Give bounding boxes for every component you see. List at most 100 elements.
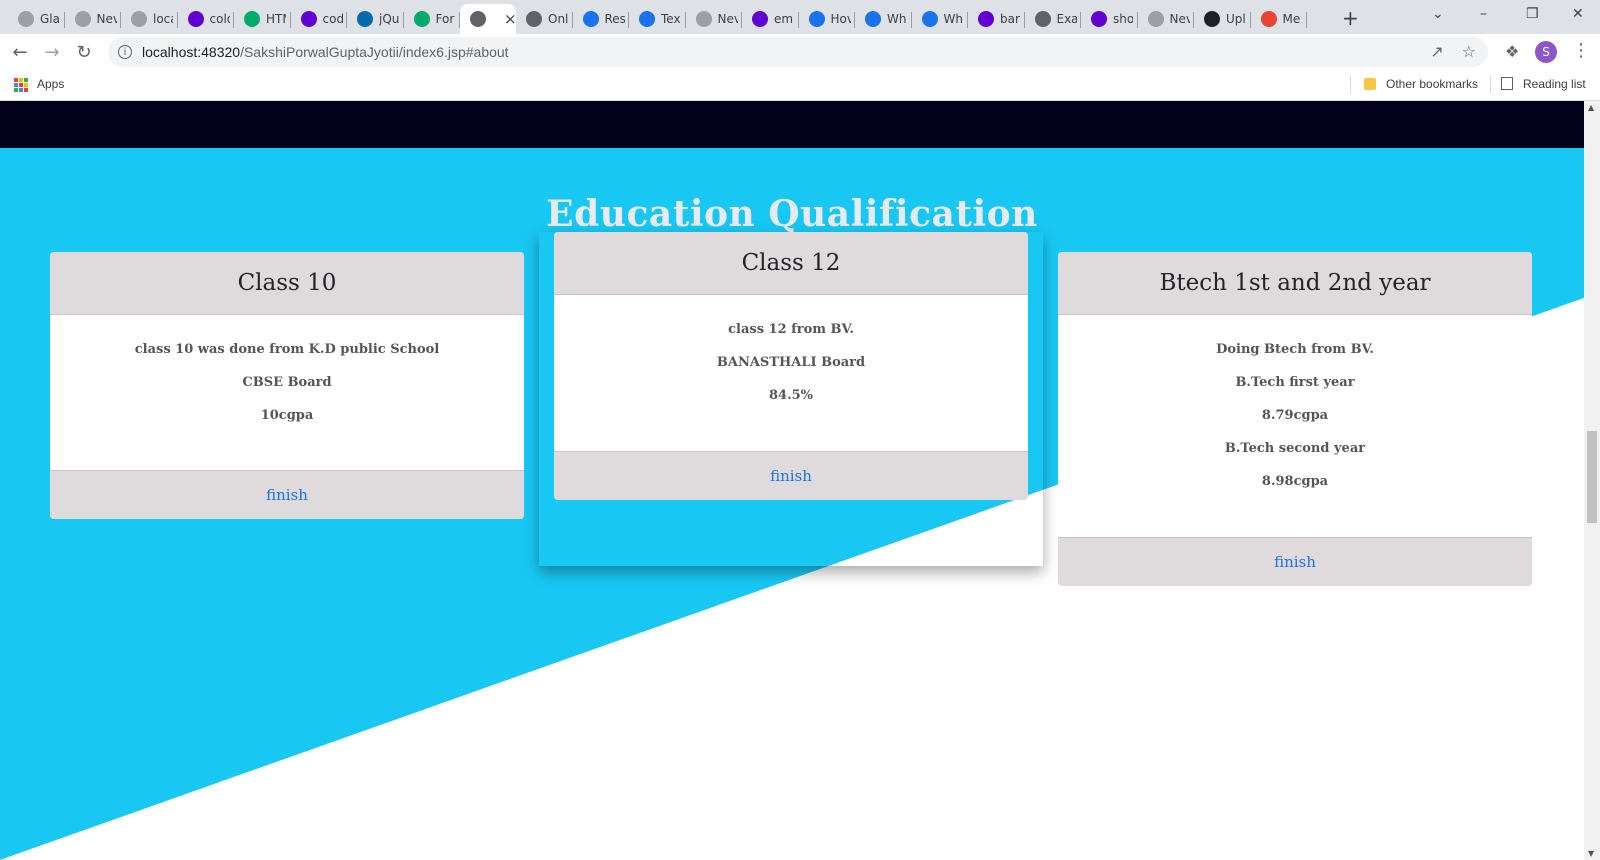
browser-tab[interactable]: loca — [121, 4, 178, 34]
yahoo-icon — [1091, 11, 1107, 27]
minimize-icon[interactable]: – — [1480, 6, 1487, 22]
card-line: class 10 was done from K.D public School — [134, 342, 440, 357]
browser-tab[interactable]: em — [742, 4, 799, 34]
browser-tab[interactable]: Nev — [1138, 4, 1194, 34]
address-bar[interactable]: i localhost:48320/SakshiPorwalGuptaJyoti… — [108, 37, 1488, 67]
card-body: class 10 was done from K.D public School… — [50, 315, 524, 425]
extensions-icon[interactable]: ❖ — [1505, 42, 1519, 61]
browser-menu-icon[interactable]: ⋮ — [1572, 40, 1590, 61]
card-line: B.Tech first year — [1235, 375, 1355, 390]
section-title: Education Qualification — [546, 193, 1038, 235]
url-text[interactable]: localhost:48320/SakshiPorwalGuptaJyotii/… — [142, 44, 509, 60]
browser-tab[interactable]: For — [404, 4, 460, 34]
jquery-icon — [357, 11, 373, 27]
close-window-icon[interactable]: ✕ — [1572, 6, 1584, 22]
profile-avatar[interactable]: S — [1535, 41, 1557, 63]
tab-title: jQu — [379, 12, 399, 26]
browser-tab[interactable]: HTM — [234, 4, 291, 34]
browser-tab[interactable]: Res — [573, 4, 629, 34]
card-line: 10cgpa — [260, 408, 314, 423]
card-line: Doing Btech from BV. — [1216, 342, 1374, 357]
browser-tab[interactable]: Tex — [629, 4, 686, 34]
c-icon — [921, 11, 938, 27]
tab-title: Gla — [40, 12, 60, 26]
browser-tab[interactable]: Exa — [1025, 4, 1081, 34]
scroll-down-arrow-icon[interactable]: ▼ — [1588, 849, 1594, 858]
header-bar — [0, 101, 1584, 148]
tab-separator — [1306, 12, 1307, 28]
card-line: B.Tech second year — [1224, 441, 1366, 456]
scrollbar-thumb[interactable] — [1587, 431, 1597, 523]
bookmark-star-icon[interactable]: ☆ — [1462, 42, 1476, 61]
browser-tab[interactable]: Wh — [855, 4, 912, 34]
globe-icon — [18, 11, 34, 27]
bookmark-apps[interactable]: Apps — [37, 77, 64, 91]
globe-icon — [131, 11, 147, 27]
browser-tab[interactable]: Onl — [516, 4, 573, 34]
chevron-down-icon[interactable]: ⌄ — [1432, 6, 1444, 22]
coding-ninjas-icon — [582, 11, 599, 27]
scroll-up-arrow-icon[interactable]: ▲ — [1588, 103, 1594, 112]
card-line: 8.98cgpa — [1261, 474, 1329, 489]
browser-tab[interactable]: colo — [178, 4, 234, 34]
browser-tab[interactable]: Nev — [65, 4, 121, 34]
github-icon — [1204, 11, 1220, 27]
url-path: /SakshiPorwalGuptaJyotii/index6.jsp#abou… — [240, 44, 509, 60]
card-footer-link[interactable]: finish — [1058, 537, 1532, 586]
card-footer-link[interactable]: finish — [554, 451, 1028, 500]
back-icon[interactable]: ← — [8, 40, 32, 64]
yahoo-icon — [300, 11, 317, 27]
tab-title: colo — [209, 12, 230, 26]
browser-tab[interactable]: Hov — [799, 4, 855, 34]
tab-title: sho — [1113, 12, 1133, 26]
yahoo-icon — [752, 11, 768, 27]
globe-icon — [74, 11, 91, 27]
bookmarks-bar: Apps Other bookmarks Reading list — [0, 70, 1600, 101]
close-tab-icon[interactable]: × — [504, 10, 517, 28]
card-line: 84.5% — [768, 388, 813, 403]
tab-strip: Gla Nev loca colo HTM cod jQu For × Onl Res Tex Nev e… — [0, 0, 1600, 34]
bookmark-reading-list[interactable]: Reading list — [1523, 77, 1586, 91]
browser-tab[interactable]: Me — [1251, 4, 1307, 34]
tab-title: Res — [604, 12, 625, 26]
reading-list-icon — [1501, 77, 1513, 90]
browser-tab[interactable]: Wh — [912, 4, 968, 34]
tab-title: cod — [322, 12, 343, 26]
browser-tab[interactable]: jQu — [347, 4, 404, 34]
pen-icon — [526, 11, 542, 27]
browser-tab[interactable]: cod — [291, 4, 347, 34]
globe-icon — [1147, 11, 1164, 27]
forward-icon[interactable]: → — [40, 40, 64, 64]
card-title: Class 12 — [554, 232, 1028, 295]
tab-title: Nev — [96, 12, 117, 26]
vertical-scrollbar[interactable]: ▲ ▼ — [1584, 101, 1600, 860]
tab-title: Nev — [717, 12, 738, 26]
folder-icon — [1364, 78, 1376, 90]
page-viewport: Education Qualification Class 10 class 1… — [0, 101, 1584, 860]
tab-title: Upl — [1226, 12, 1246, 26]
card-line: class 12 from BV. — [728, 322, 854, 337]
share-icon[interactable]: ↗ — [1430, 42, 1443, 61]
bookmark-other[interactable]: Other bookmarks — [1386, 77, 1478, 91]
browser-tab[interactable]: sho — [1081, 4, 1138, 34]
browser-tab[interactable]: Gla — [8, 4, 65, 34]
tab-active[interactable]: × — [460, 4, 517, 34]
card-line: BANASTHALI Board — [716, 355, 866, 370]
restore-icon[interactable]: ❐ — [1526, 6, 1539, 22]
tab-title: Wh — [887, 12, 907, 26]
browser-tab[interactable]: Nev — [686, 4, 742, 34]
yahoo-icon — [187, 11, 204, 27]
google-icon — [1260, 11, 1277, 27]
browser-tab[interactable]: Upl — [1194, 4, 1251, 34]
bookmarks-divider — [1350, 76, 1351, 94]
new-tab-icon[interactable]: + — [1342, 6, 1359, 30]
reload-icon[interactable]: ↻ — [72, 40, 96, 64]
tab-title: For — [435, 12, 455, 26]
url-host: localhost:48320 — [142, 44, 241, 60]
browser-tab[interactable]: bar — [968, 4, 1025, 34]
card-body: Doing Btech from BV. B.Tech first year 8… — [1058, 315, 1532, 491]
apps-grid-icon[interactable] — [14, 78, 28, 92]
yahoo-icon — [978, 11, 994, 27]
site-info-icon[interactable]: i — [118, 45, 132, 59]
card-footer-link[interactable]: finish — [50, 470, 524, 519]
